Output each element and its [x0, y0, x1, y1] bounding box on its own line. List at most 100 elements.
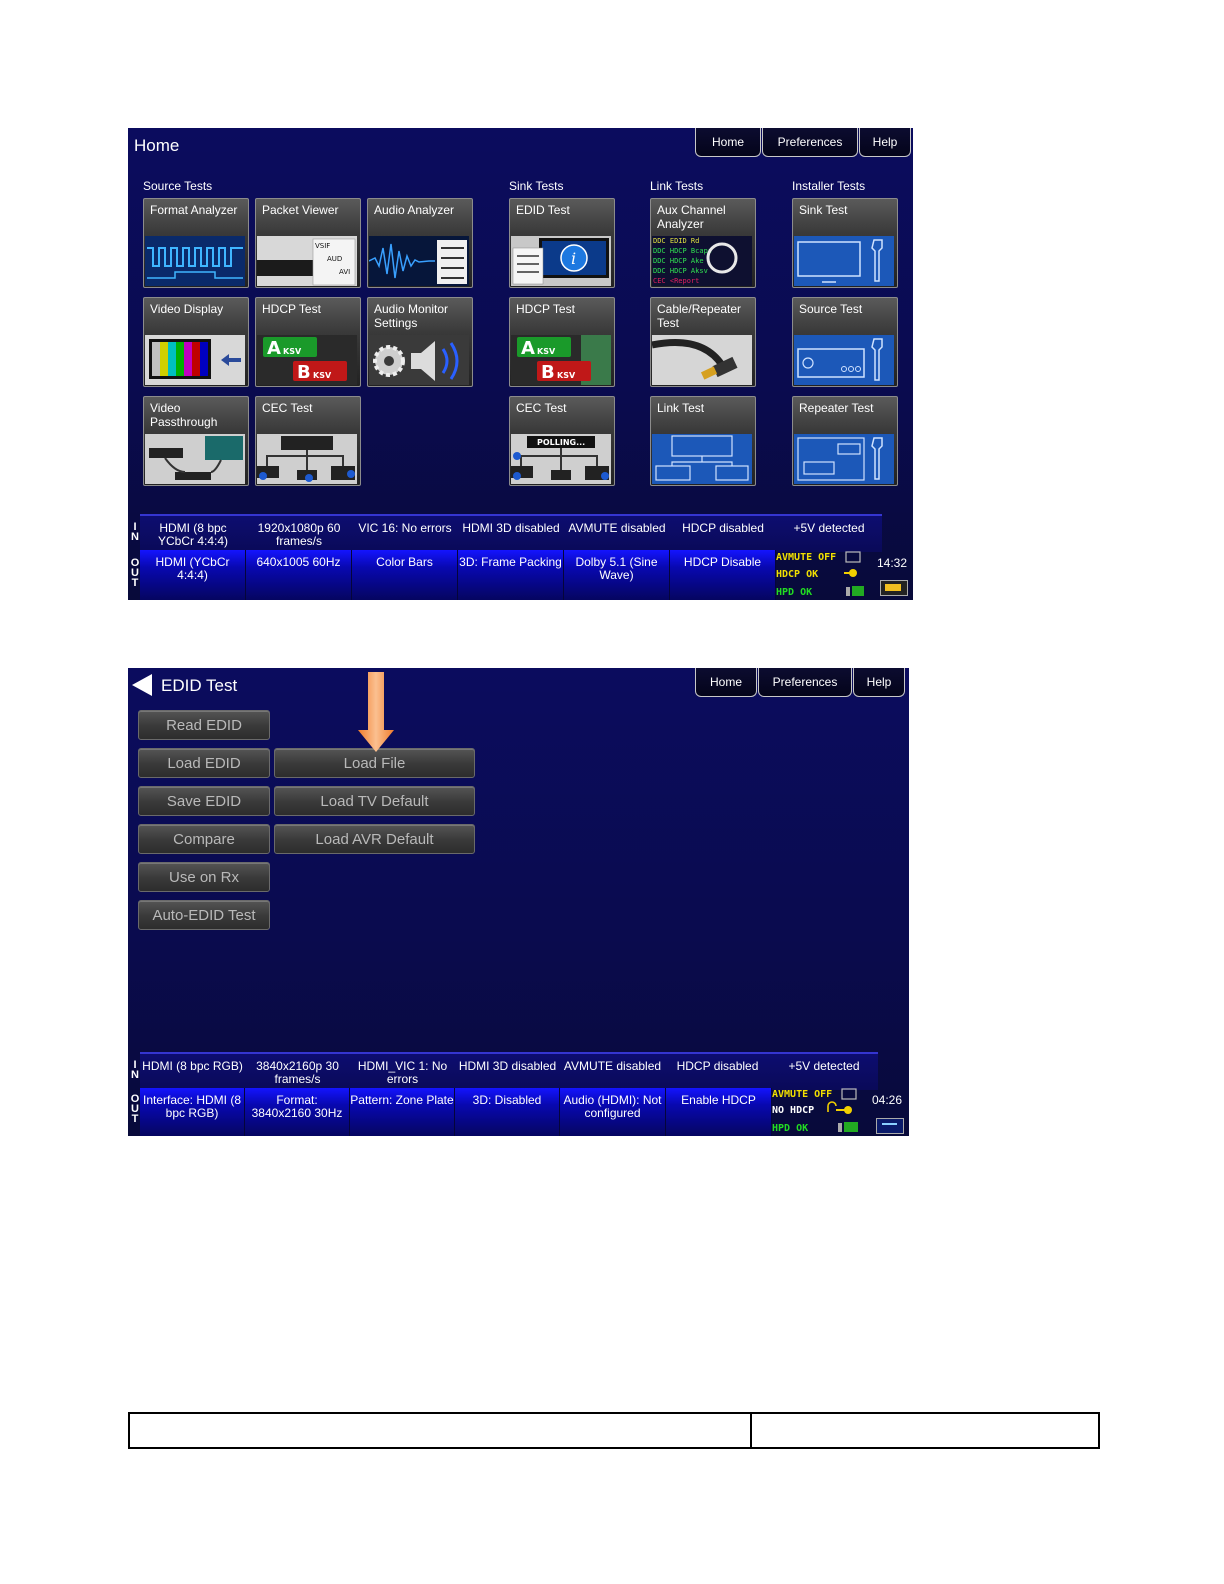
tile-label: Cable/Repeater Test: [657, 302, 742, 330]
out-hdcp[interactable]: HDCP Disable: [670, 550, 776, 600]
category-sink-tests: Sink Tests: [509, 179, 564, 193]
preferences-button[interactable]: Preferences: [762, 128, 858, 157]
auto-edid-test-button[interactable]: Auto-EDID Test: [138, 900, 270, 930]
category-source-tests: Source Tests: [143, 179, 213, 193]
cec-polling-icon: POLLING...: [511, 434, 611, 484]
hdcp-indicator: NO HDCP: [772, 1105, 815, 1116]
packet-aud: AUD: [327, 255, 342, 263]
tile-cec-test-sink[interactable]: CEC Test POLLING...: [509, 396, 615, 486]
callout-arrow-icon: [358, 672, 394, 752]
magnifier-icon: DDC EDID Rd DDC HDCP Bcaps DDC HDCP Ake …: [652, 236, 752, 286]
use-on-rx-button[interactable]: Use on Rx: [138, 862, 270, 892]
home-button[interactable]: Home: [695, 128, 761, 157]
help-button[interactable]: Help: [853, 668, 905, 697]
tile-repeater-test[interactable]: Repeater Test: [792, 396, 898, 486]
tile-audio-analyzer[interactable]: Audio Analyzer: [367, 198, 473, 288]
tile-label: CEC Test: [262, 401, 313, 415]
read-edid-button[interactable]: Read EDID: [138, 710, 270, 740]
tile-label: Audio Analyzer: [374, 203, 455, 217]
in-format: 1920x1080p 60 frames/s: [257, 521, 341, 548]
input-status-row: HDMI (8 bpc RGB) 3840x2160p 30 frames/s …: [140, 1052, 878, 1090]
out-label: OUT: [130, 1093, 140, 1125]
preferences-button[interactable]: Preferences: [758, 668, 852, 697]
out-pattern[interactable]: Color Bars: [352, 550, 458, 600]
save-edid-button[interactable]: Save EDID: [138, 786, 270, 816]
top-nav: Home Preferences Help: [694, 668, 905, 698]
tile-label: Repeater Test: [799, 401, 874, 415]
aux-line-1: DDC EDID Rd: [653, 237, 699, 245]
in-hdcp: HDCP disabled: [682, 521, 764, 535]
home-screen: Home Home Preferences Help Source Tests …: [128, 128, 913, 600]
top-nav: Home Preferences Help: [694, 128, 911, 158]
tile-format-analyzer[interactable]: Format Analyzer: [143, 198, 249, 288]
tile-label: Format Analyzer: [150, 203, 238, 217]
ksv-icon: A KSV B KSV: [511, 335, 611, 385]
tile-aux-channel-analyzer[interactable]: Aux Channel Analyzer DDC EDID Rd DDC HDC…: [650, 198, 756, 288]
in-label: IN: [131, 521, 139, 543]
tile-edid-test[interactable]: EDID Test i: [509, 198, 615, 288]
in-label: IN: [131, 1059, 139, 1081]
output-status-row: Interface: HDMI (8 bpc RGB) Format: 3840…: [140, 1088, 772, 1136]
packet-avi: AVI: [339, 268, 350, 276]
load-edid-button[interactable]: Load EDID: [138, 748, 270, 778]
tile-audio-monitor-settings[interactable]: Audio Monitor Settings: [367, 297, 473, 387]
out-hdcp[interactable]: Enable HDCP: [666, 1088, 772, 1136]
out-format[interactable]: Format: 3840x2160 30Hz: [245, 1088, 350, 1136]
in-3d: HDMI 3D disabled: [458, 1059, 557, 1073]
out-pattern[interactable]: Pattern: Zone Plate: [350, 1088, 455, 1136]
output-status-row: HDMI (YCbCr 4:4:4) 640x1005 60Hz Color B…: [140, 550, 776, 600]
passthrough-devices-icon: [145, 434, 245, 484]
tile-packet-viewer[interactable]: Packet Viewer VSIF AUD AVI: [255, 198, 361, 288]
out-audio[interactable]: Audio (HDMI): Not configured: [560, 1088, 666, 1136]
compare-button[interactable]: Compare: [138, 824, 270, 854]
out-interface[interactable]: Interface: HDMI (8 bpc RGB): [140, 1088, 245, 1136]
tile-cec-test-source[interactable]: CEC Test: [255, 396, 361, 486]
status-icons: [844, 551, 864, 596]
home-button[interactable]: Home: [695, 668, 757, 697]
tile-label: CEC Test: [516, 401, 567, 415]
tile-cable-repeater-test[interactable]: Cable/Repeater Test: [650, 297, 756, 387]
status-icons: [827, 1088, 858, 1132]
aux-line-4: DDC HDCP Aksv: [653, 267, 708, 275]
avmute-indicator: AVMUTE OFF: [772, 1089, 833, 1100]
tile-label: Video Passthrough: [150, 401, 218, 429]
load-avr-default-button[interactable]: Load AVR Default: [274, 824, 475, 854]
tile-label: Video Display: [150, 302, 224, 316]
out-label: OUT: [130, 557, 140, 589]
help-button[interactable]: Help: [859, 128, 911, 157]
hdmi-cable-icon: [652, 335, 752, 385]
out-audio[interactable]: Dolby 5.1 (Sine Wave): [564, 550, 670, 600]
tile-hdcp-test-sink[interactable]: HDCP Test A KSV B KSV: [509, 297, 615, 387]
tile-label: Source Test: [799, 302, 863, 316]
tile-sink-test[interactable]: Sink Test: [792, 198, 898, 288]
out-format[interactable]: 640x1005 60Hz: [246, 550, 352, 600]
in-format: 3840x2160p 30 frames/s: [256, 1059, 339, 1086]
tile-video-passthrough[interactable]: Video Passthrough: [143, 396, 249, 486]
tile-link-test[interactable]: Link Test: [650, 396, 756, 486]
svg-text:i: i: [571, 249, 576, 268]
back-arrow-icon[interactable]: [132, 674, 152, 696]
aksv-letter: A: [521, 338, 535, 359]
tile-source-test[interactable]: Source Test: [792, 297, 898, 387]
ksv-icon: A KSV B KSV: [257, 335, 357, 385]
avmute-indicator: AVMUTE OFF: [776, 552, 837, 563]
polling-label: POLLING...: [537, 438, 585, 447]
out-3d[interactable]: 3D: Frame Packing: [458, 550, 564, 600]
link-blueprint-icon: [652, 434, 752, 484]
clock: 04:26: [872, 1093, 903, 1107]
load-tv-default-button[interactable]: Load TV Default: [274, 786, 475, 816]
page-title: EDID Test: [161, 676, 238, 695]
out-interface[interactable]: HDMI (YCbCr 4:4:4): [140, 550, 246, 600]
tile-label: Packet Viewer: [262, 203, 339, 217]
tile-hdcp-test-source[interactable]: HDCP Test A KSV B KSV: [255, 297, 361, 387]
in-vic: HDMI_VIC 1: No errors: [357, 1059, 448, 1086]
empty-table: [128, 1412, 1100, 1449]
out-3d[interactable]: 3D: Disabled: [455, 1088, 560, 1136]
in-interface: HDMI (8 bpc RGB): [142, 1059, 243, 1073]
bksv-suffix: KSV: [557, 371, 576, 380]
tile-label: HDCP Test: [262, 302, 321, 316]
tile-video-display[interactable]: Video Display: [143, 297, 249, 387]
audio-wave-icon: [369, 236, 469, 286]
tile-label: Aux Channel Analyzer: [657, 203, 726, 231]
waveform-icon: [145, 236, 245, 286]
